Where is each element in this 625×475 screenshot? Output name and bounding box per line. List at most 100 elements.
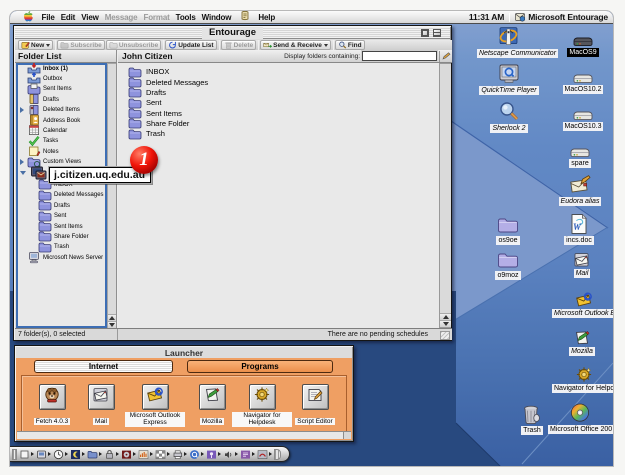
desktop-icon-mozilla[interactable]: Mozilla xyxy=(550,322,613,356)
scroll-up-arrow[interactable] xyxy=(108,314,116,321)
security-icon xyxy=(104,449,115,460)
desktop-icon-navigator-for-helpdes[interactable]: Navigator for Helpdes xyxy=(552,359,613,393)
folder-item-drafts[interactable]: Drafts xyxy=(18,200,105,210)
desktop-icon-macos10-3[interactable]: MacOS10.3 xyxy=(551,97,613,131)
control-strip-grip[interactable] xyxy=(12,449,17,460)
main-folder-trash[interactable]: Trash xyxy=(118,129,439,139)
menu-file[interactable]: File xyxy=(39,11,57,24)
main-scrollbar[interactable] xyxy=(439,63,451,328)
update-list-button[interactable]: Update List xyxy=(165,40,216,50)
launcher-item-microsoft-outlook-express[interactable]: Microsoft Outlook Express xyxy=(125,384,185,429)
menu-format[interactable]: Format xyxy=(141,11,172,24)
desktop-icon-incs-doc[interactable]: Wincs.doc xyxy=(547,211,611,245)
unsubscribe-button[interactable]: Unsubscribe xyxy=(106,40,161,50)
menu-edit[interactable]: Edit xyxy=(58,11,78,24)
application-menu[interactable]: Microsoft Entourage xyxy=(528,12,608,22)
resize-grip[interactable] xyxy=(440,331,450,340)
main-folder-deleted-messages[interactable]: Deleted Messages xyxy=(118,77,439,87)
control-strip-energy-saver[interactable] xyxy=(69,448,86,461)
control-strip-file-sharing[interactable] xyxy=(86,448,103,461)
control-strip-clock[interactable] xyxy=(52,448,69,461)
folder-item-sent-items[interactable]: Sent Items xyxy=(18,221,105,231)
launcher-item-mail[interactable]: Mail xyxy=(71,384,131,428)
disclosure-expanded-icon[interactable] xyxy=(20,171,26,175)
launcher-button[interactable] xyxy=(88,384,115,410)
desktop-icon-os9oe[interactable]: os9oe xyxy=(476,211,540,245)
control-strip-location-manager[interactable] xyxy=(205,448,222,461)
desktop-icon-eudora-alias[interactable]: Eudora alias xyxy=(548,172,612,206)
launcher-item-navigator-for-helpdesk[interactable]: Navigator for Helpdesk xyxy=(232,384,292,429)
zoom-box[interactable] xyxy=(421,29,429,37)
desktop-icon-macos9[interactable]: MacOS9 xyxy=(551,23,613,57)
toolbar-separator xyxy=(55,40,56,50)
new-button[interactable]: New xyxy=(18,40,53,50)
filter-input[interactable] xyxy=(362,51,437,61)
desktop-icon-sherlock-2[interactable]: Sherlock 2 xyxy=(477,99,541,133)
disclosure-collapsed-icon[interactable] xyxy=(20,107,24,113)
file-sharing-icon xyxy=(87,449,98,460)
folder-item-microsoft-news-server[interactable]: Microsoft News Server xyxy=(18,253,105,263)
menu-help[interactable]: Help xyxy=(256,11,278,24)
control-strip-remote-access[interactable] xyxy=(256,448,273,461)
menu-clock[interactable]: 11:31 AM xyxy=(469,12,504,22)
filter-edit-button[interactable] xyxy=(439,51,452,62)
desktop-icon-o9moz[interactable]: o9moz xyxy=(476,246,540,280)
scroll-up-arrow[interactable] xyxy=(440,313,451,320)
control-strip-speaker[interactable] xyxy=(222,448,239,461)
delete-button[interactable]: Delete xyxy=(221,40,257,50)
control-strip-sound-volume[interactable] xyxy=(137,448,154,461)
tab-programs[interactable]: Programs xyxy=(187,360,333,373)
control-strip-security[interactable] xyxy=(103,448,120,461)
launcher-button[interactable] xyxy=(302,384,329,410)
control-strip-monitor-depth[interactable] xyxy=(154,448,171,461)
desktop-icon-mail[interactable]: Mail xyxy=(550,244,613,278)
folder-item-trash[interactable]: Trash xyxy=(18,242,105,252)
scroll-down-arrow[interactable] xyxy=(108,321,116,328)
scroll-down-arrow[interactable] xyxy=(440,320,451,327)
desktop-icon-spare[interactable]: spare xyxy=(548,134,612,168)
desktop-icon-netscape-communicator[interactable]: Netscape Communicator xyxy=(477,24,541,58)
entourage-app-icon[interactable] xyxy=(515,12,525,22)
toolbar-separator xyxy=(163,40,164,50)
main-folder-inbox[interactable]: INBOX xyxy=(118,67,439,77)
main-folder-sent-items[interactable]: Sent Items xyxy=(118,108,439,118)
control-strip-app-switcher[interactable] xyxy=(18,448,35,461)
control-strip-talk[interactable] xyxy=(239,448,256,461)
launcher-button[interactable] xyxy=(249,384,276,410)
main-folder-drafts[interactable]: Drafts xyxy=(118,87,439,97)
launcher-button[interactable] xyxy=(142,384,169,410)
menu-view[interactable]: View xyxy=(79,11,102,24)
control-strip-quicktime[interactable] xyxy=(188,448,205,461)
menu-scripts-menu[interactable] xyxy=(235,11,255,25)
find-button[interactable]: Find xyxy=(335,40,365,50)
entourage-titlebar[interactable]: Entourage xyxy=(15,27,450,39)
menu-window[interactable]: Window xyxy=(199,11,234,24)
menu-tools[interactable]: Tools xyxy=(173,11,198,24)
launcher-scroll-strip[interactable] xyxy=(17,431,351,439)
desktop-icon-quicktime-player[interactable]: QuickTime Player xyxy=(477,61,541,95)
tab-internet[interactable]: Internet xyxy=(34,360,173,373)
launcher-button[interactable] xyxy=(39,384,66,410)
desktop-icon-microsoft-office-200[interactable]: Microsoft Office 200 xyxy=(548,400,612,434)
launcher-item-script-editor[interactable]: Script Editor xyxy=(285,384,345,428)
desktop-icon-microsoft-outlook-expr[interactable]: Microsoft Outlook Expr xyxy=(552,284,613,318)
desktop-icon-macos10-2[interactable]: MacOS10.2 xyxy=(551,60,613,94)
control-strip-cd-audio[interactable] xyxy=(120,448,137,461)
collapse-box[interactable] xyxy=(433,29,441,37)
main-folder-sent[interactable]: Sent xyxy=(118,98,439,108)
folder-item-share-folder[interactable]: Share Folder xyxy=(18,231,105,241)
apple-menu[interactable] xyxy=(23,11,33,24)
launcher-button[interactable] xyxy=(199,384,226,410)
menu-message[interactable]: Message xyxy=(102,11,140,24)
disclosure-collapsed-icon[interactable] xyxy=(20,159,24,165)
subscribe-button[interactable]: Subscribe xyxy=(57,40,104,50)
send-receive-button[interactable]: Send & Receive xyxy=(260,40,331,50)
folder-item-deleted-messages[interactable]: Deleted Messages xyxy=(18,190,105,200)
folder-item-sent[interactable]: Sent xyxy=(18,211,105,221)
control-strip-file-server[interactable] xyxy=(35,448,52,461)
control-strip-printer[interactable] xyxy=(171,448,188,461)
file-server-icon xyxy=(36,449,47,460)
main-folder-share-folder[interactable]: Share Folder xyxy=(118,118,439,128)
control-strip-tab[interactable] xyxy=(274,449,281,460)
sidebar-scrollbar[interactable] xyxy=(107,63,116,328)
